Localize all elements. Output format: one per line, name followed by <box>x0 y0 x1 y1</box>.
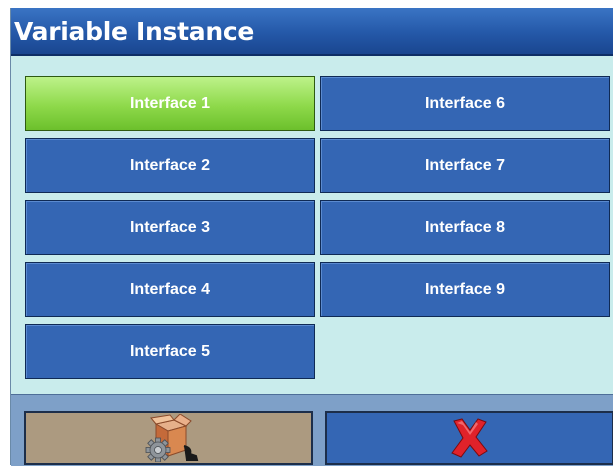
page-title: Variable Instance <box>14 17 255 46</box>
interface-8-button[interactable]: Interface 8 <box>320 200 610 255</box>
variable-instance-window: Variable Instance Interface 1 Interface … <box>10 8 613 466</box>
interface-1-button[interactable]: Interface 1 <box>25 76 315 131</box>
cancel-button[interactable] <box>325 411 613 465</box>
interface-9-button[interactable]: Interface 9 <box>320 262 610 317</box>
interface-6-button[interactable]: Interface 6 <box>320 76 610 131</box>
red-x-icon <box>450 418 488 458</box>
interface-3-button[interactable]: Interface 3 <box>25 200 315 255</box>
interface-grid: Interface 1 Interface 2 Interface 3 Inte… <box>11 66 613 392</box>
interface-2-button[interactable]: Interface 2 <box>25 138 315 193</box>
title-bar: Variable Instance <box>11 8 613 56</box>
setup-button[interactable] <box>24 411 313 465</box>
softkey-bar <box>11 394 613 466</box>
interface-5-button[interactable]: Interface 5 <box>25 324 315 379</box>
interface-4-button[interactable]: Interface 4 <box>25 262 315 317</box>
box-gear-icon <box>145 414 198 462</box>
interface-7-button[interactable]: Interface 7 <box>320 138 610 193</box>
